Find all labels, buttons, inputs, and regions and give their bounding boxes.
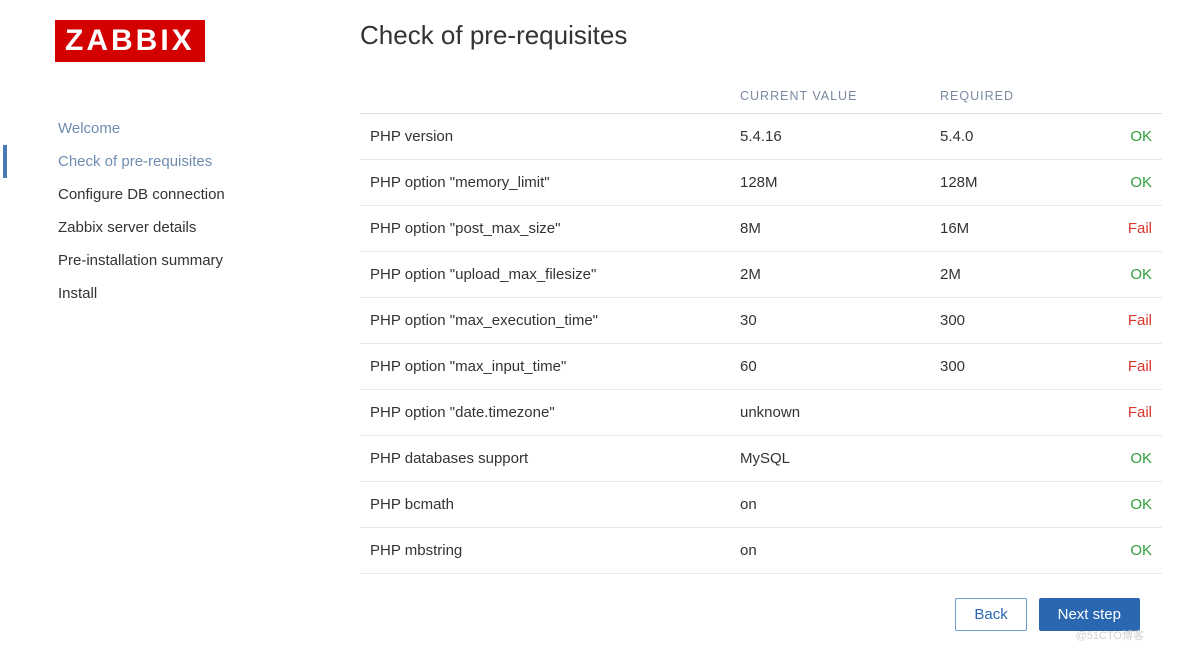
nav-step-1[interactable]: Check of pre-requisites bbox=[58, 145, 350, 178]
table-row: PHP option "max_input_time"60300Fail bbox=[360, 344, 1162, 390]
req-status: OK bbox=[1060, 528, 1162, 574]
req-current: 128M bbox=[730, 160, 930, 206]
req-current: 60 bbox=[730, 344, 930, 390]
req-name: PHP version bbox=[360, 114, 730, 160]
req-status: Fail bbox=[1060, 206, 1162, 252]
req-required bbox=[930, 528, 1060, 574]
req-name: PHP option "max_input_time" bbox=[360, 344, 730, 390]
req-required bbox=[930, 482, 1060, 528]
req-required: 5.4.0 bbox=[930, 114, 1060, 160]
table-row: PHP option "upload_max_filesize"2M2MOK bbox=[360, 252, 1162, 298]
table-row: PHP option "post_max_size"8M16MFail bbox=[360, 206, 1162, 252]
req-current: 2M bbox=[730, 252, 930, 298]
req-current: 8M bbox=[730, 206, 930, 252]
req-required bbox=[930, 390, 1060, 436]
nav-step-5[interactable]: Install bbox=[58, 277, 350, 310]
wizard-footer: Back Next step bbox=[360, 584, 1164, 647]
req-name: PHP option "max_execution_time" bbox=[360, 298, 730, 344]
page-title: Check of pre-requisites bbox=[360, 20, 1164, 51]
table-row: PHP databases supportMySQL OK bbox=[360, 436, 1162, 482]
req-current: unknown bbox=[730, 390, 930, 436]
table-row: PHP option "date.timezone"unknown Fail bbox=[360, 390, 1162, 436]
req-name: PHP databases support bbox=[360, 436, 730, 482]
req-name: PHP mbstring bbox=[360, 528, 730, 574]
req-status: OK bbox=[1060, 252, 1162, 298]
nav-step-2[interactable]: Configure DB connection bbox=[58, 178, 350, 211]
table-row: PHP version5.4.165.4.0OK bbox=[360, 114, 1162, 160]
req-status: OK bbox=[1060, 482, 1162, 528]
req-current: 5.4.16 bbox=[730, 114, 930, 160]
req-current: on bbox=[730, 528, 930, 574]
zabbix-logo: ZABBIX bbox=[55, 20, 205, 62]
next-step-button[interactable]: Next step bbox=[1039, 598, 1140, 631]
req-name: PHP option "memory_limit" bbox=[360, 160, 730, 206]
req-status: Fail bbox=[1060, 390, 1162, 436]
req-name: PHP option "post_max_size" bbox=[360, 206, 730, 252]
req-current: 30 bbox=[730, 298, 930, 344]
col-current: CURRENT VALUE bbox=[730, 79, 930, 114]
req-required: 2M bbox=[930, 252, 1060, 298]
req-required: 16M bbox=[930, 206, 1060, 252]
req-status: OK bbox=[1060, 436, 1162, 482]
req-status: Fail bbox=[1060, 344, 1162, 390]
table-row: PHP option "memory_limit"128M128MOK bbox=[360, 160, 1162, 206]
table-row: PHP mbstringon OK bbox=[360, 528, 1162, 574]
table-row: PHP option "max_execution_time"30300Fail bbox=[360, 298, 1162, 344]
req-name: PHP option "upload_max_filesize" bbox=[360, 252, 730, 298]
requirements-table: CURRENT VALUE REQUIRED PHP version5.4.16… bbox=[360, 79, 1162, 574]
req-status: Fail bbox=[1060, 298, 1162, 344]
req-current: on bbox=[730, 482, 930, 528]
setup-steps-nav: WelcomeCheck of pre-requisitesConfigure … bbox=[55, 112, 350, 310]
sidebar: ZABBIX WelcomeCheck of pre-requisitesCon… bbox=[0, 0, 350, 647]
req-name: PHP option "date.timezone" bbox=[360, 390, 730, 436]
nav-step-3[interactable]: Zabbix server details bbox=[58, 211, 350, 244]
req-current: MySQL bbox=[730, 436, 930, 482]
table-row: PHP bcmathon OK bbox=[360, 482, 1162, 528]
req-status: OK bbox=[1060, 114, 1162, 160]
back-button[interactable]: Back bbox=[955, 598, 1026, 631]
requirements-scroll[interactable]: CURRENT VALUE REQUIRED PHP version5.4.16… bbox=[360, 79, 1164, 584]
req-required bbox=[930, 436, 1060, 482]
nav-step-0[interactable]: Welcome bbox=[58, 112, 350, 145]
req-name: PHP bcmath bbox=[360, 482, 730, 528]
col-name bbox=[360, 79, 730, 114]
req-required: 128M bbox=[930, 160, 1060, 206]
req-required: 300 bbox=[930, 298, 1060, 344]
nav-step-4[interactable]: Pre-installation summary bbox=[58, 244, 350, 277]
req-required: 300 bbox=[930, 344, 1060, 390]
col-status bbox=[1060, 79, 1162, 114]
req-status: OK bbox=[1060, 160, 1162, 206]
main-panel: Check of pre-requisites CURRENT VALUE RE… bbox=[350, 0, 1184, 647]
col-required: REQUIRED bbox=[930, 79, 1060, 114]
